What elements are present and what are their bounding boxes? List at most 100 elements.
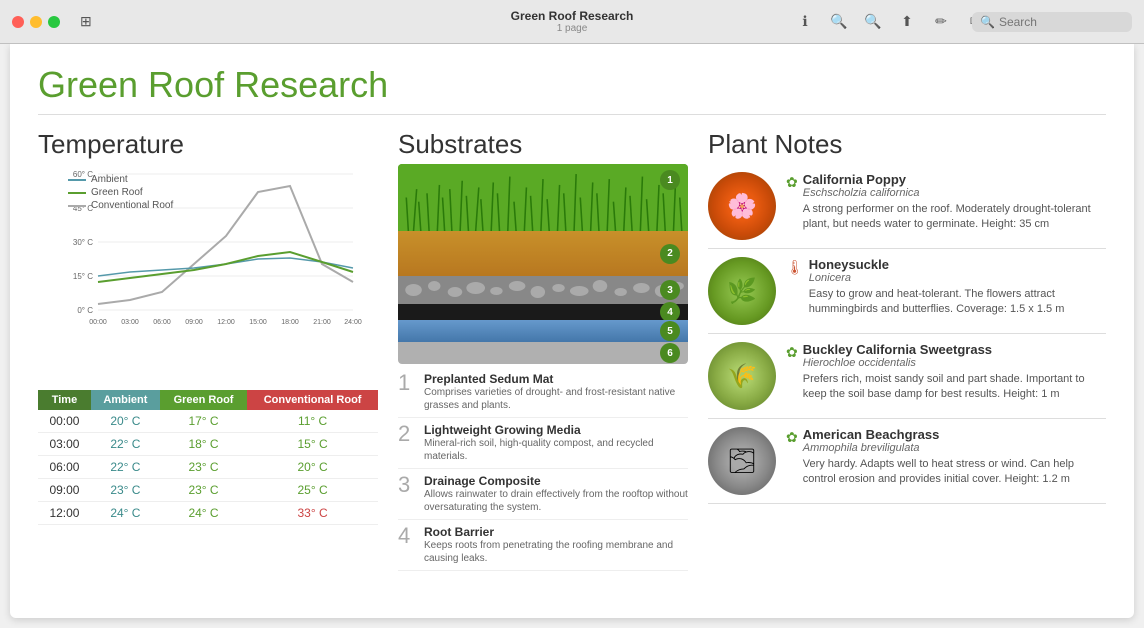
plant-desc: Easy to grow and heat-tolerant. The flow… [809,287,1106,318]
substrate-layers: 1 2 [398,164,688,364]
svg-text:12:00: 12:00 [217,319,235,326]
plant-latin: Hierochloe occidentalis [803,357,1106,369]
plant-item-3: 🌾 ✿ Buckley California Sweetgrass Hieroc… [708,334,1106,419]
table-row: 03:00 22° C 18° C 15° C [38,433,378,456]
window-subtitle: 1 page [557,23,588,34]
layer-gravel: 3 [398,276,688,304]
plant-image-poppy: 🌸 [708,172,776,240]
temperature-column: Temperature 60° C 45° C 30° C 15° C 0° C [38,129,378,593]
substrate-name: Root Barrier [424,525,688,539]
zoom-in-icon[interactable]: 🔍 [864,13,882,31]
plant-notes-title: Plant Notes [708,129,1106,160]
flower-icon: ✿ [786,174,798,191]
substrate-image: 1 2 [398,164,688,364]
layer-blue: 5 [398,320,688,342]
titlebar-center: Green Roof Research 1 page [511,9,634,34]
layer-badge-2: 2 [660,244,680,264]
share-icon[interactable]: ⬆ [898,13,916,31]
table-row: 09:00 23° C 23° C 25° C [38,479,378,502]
layer-badge-6: 6 [660,343,680,363]
temperature-title: Temperature [38,129,378,160]
table-row: 06:00 22° C 23° C 20° C [38,456,378,479]
substrate-desc: Allows rainwater to drain effectively fr… [424,488,688,514]
svg-text:15° C: 15° C [73,272,93,281]
svg-text:24:00: 24:00 [344,319,362,326]
legend-conventional: Conventional Roof [68,200,173,211]
svg-text:09:00: 09:00 [185,319,203,326]
substrate-desc: Keeps roots from penetrating the roofing… [424,539,688,565]
layer-badge-5: 5 [660,321,680,341]
substrate-item-1: 1 Preplanted Sedum Mat Comprises varieti… [398,372,688,418]
substrate-name: Drainage Composite [424,474,688,488]
flower-icon: ✿ [786,344,798,361]
plant-list: 🌸 ✿ California Poppy Eschscholzia califo… [708,164,1106,504]
window-title: Green Roof Research [511,9,634,23]
chart-legend: Ambient Green Roof Conventional Roof [68,174,173,211]
layer-badge-4: 4 [660,302,680,322]
layer-concrete: 6 [398,342,688,364]
minimize-button[interactable] [30,16,42,28]
maximize-button[interactable] [48,16,60,28]
substrate-desc: Comprises varieties of drought- and fros… [424,386,688,412]
substrates-title: Substrates [398,129,688,160]
layer-soil: 2 [398,231,688,276]
substrate-item-2: 2 Lightweight Growing Media Mineral-rich… [398,423,688,469]
temperature-chart: 60° C 45° C 30° C 15° C 0° C 00:00 03:00… [38,164,378,384]
plant-latin: Ammophila breviligulata [803,442,1106,454]
layer-black: 4 [398,304,688,320]
search-bar[interactable]: 🔍 [972,12,1132,32]
plant-desc: Prefers rich, moist sandy soil and part … [803,372,1106,403]
svg-text:15:00: 15:00 [249,319,267,326]
layer-badge-3: 3 [660,280,680,300]
plant-name: American Beachgrass [803,427,1106,442]
search-input[interactable] [999,15,1129,29]
svg-text:03:00: 03:00 [121,319,139,326]
plant-name: California Poppy [803,172,1106,187]
substrate-name: Lightweight Growing Media [424,423,688,437]
substrates-column: Substrates [398,129,688,593]
plant-latin: Lonicera [809,272,1106,284]
layer-grass: 1 [398,164,688,231]
plant-latin: Eschscholzia californica [803,187,1106,199]
th-time: Time [38,390,91,410]
svg-text:21:00: 21:00 [313,319,331,326]
table-row: 12:00 24° C 24° C 33° C [38,502,378,525]
search-icon: 🔍 [980,15,995,29]
plant-image-beachgrass: 🌫 [708,427,776,495]
svg-text:30° C: 30° C [73,238,93,247]
svg-text:18:00: 18:00 [281,319,299,326]
svg-text:00:00: 00:00 [89,319,107,326]
th-ambient: Ambient [91,390,160,410]
sidebar-toggle[interactable]: ⊞ [80,13,92,30]
plant-image-buckley: 🌾 [708,342,776,410]
page-title: Green Roof Research [38,64,1106,115]
legend-ambient: Ambient [68,174,173,185]
th-greenroof: Green Roof [160,390,247,410]
plant-desc: A strong performer on the roof. Moderate… [803,202,1106,233]
th-convroof: Conventional Roof [247,390,378,410]
substrate-item-4: 4 Root Barrier Keeps roots from penetrat… [398,525,688,571]
plant-item-2: 🌿 🌡 Honeysuckle Lonicera Easy to grow an… [708,249,1106,334]
plant-item-4: 🌫 ✿ American Beachgrass Ammophila brevil… [708,419,1106,504]
annotate-icon[interactable]: ✏ [932,13,950,31]
temperature-table: Time Ambient Green Roof Conventional Roo… [38,390,378,525]
close-button[interactable] [12,16,24,28]
thermometer-icon: 🌡 [786,259,804,276]
table-row: 00:00 20° C 17° C 11° C [38,410,378,433]
substrate-item-3: 3 Drainage Composite Allows rainwater to… [398,474,688,520]
titlebar: ⊞ Green Roof Research 1 page ℹ 🔍 🔍 ⬆ ✏ ⧉… [0,0,1144,44]
traffic-lights [12,16,60,28]
plant-name: Honeysuckle [809,257,1106,272]
svg-text:0° C: 0° C [77,306,93,315]
substrate-list: 1 Preplanted Sedum Mat Comprises varieti… [398,372,688,571]
flower-icon: ✿ [786,429,798,446]
plant-image-honeysuckle: 🌿 [708,257,776,325]
zoom-out-icon[interactable]: 🔍 [830,13,848,31]
columns: Temperature 60° C 45° C 30° C 15° C 0° C [38,129,1106,593]
plant-item-1: 🌸 ✿ California Poppy Eschscholzia califo… [708,164,1106,249]
substrate-name: Preplanted Sedum Mat [424,372,688,386]
plant-notes-column: Plant Notes 🌸 ✿ California Poppy Eschsch… [708,129,1106,593]
layer-badge-1: 1 [660,170,680,190]
svg-text:06:00: 06:00 [153,319,171,326]
info-icon[interactable]: ℹ [796,13,814,31]
